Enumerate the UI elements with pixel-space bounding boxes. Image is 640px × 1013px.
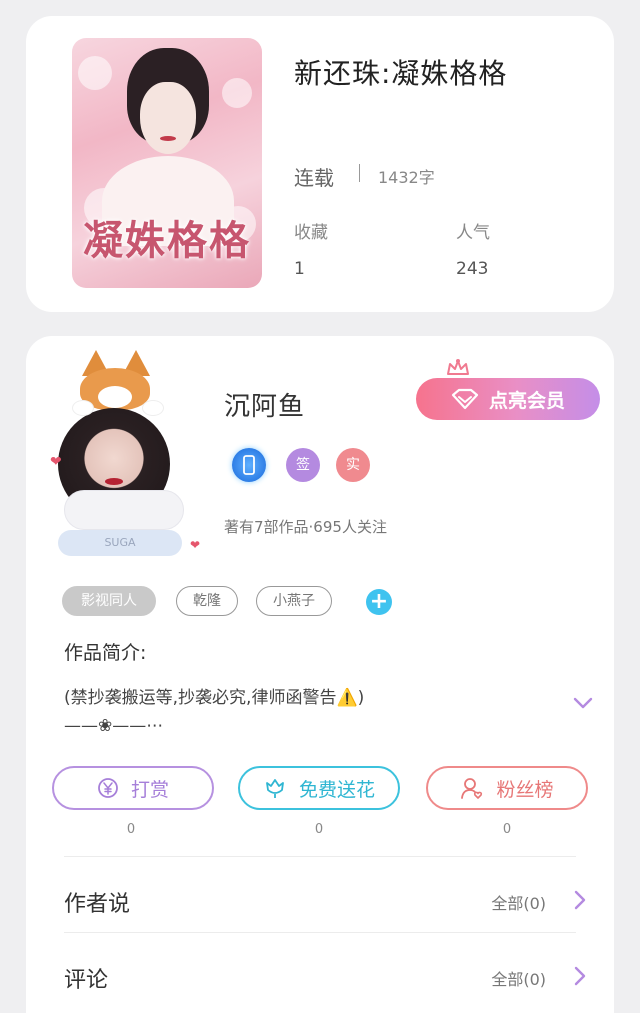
- fans-rank-button[interactable]: 粉丝榜: [426, 766, 588, 810]
- phone-badge-icon[interactable]: [232, 448, 266, 482]
- author-name[interactable]: 沉阿鱼: [224, 386, 305, 423]
- flower-count: 0: [314, 822, 324, 837]
- chevron-right-icon[interactable]: [574, 966, 586, 986]
- comments-count[interactable]: 全部(0): [491, 966, 546, 990]
- intro-text: (禁抄袭搬运等,抄袭必究,律师函警告⚠️) ——❀——⋯: [64, 684, 544, 740]
- send-flower-label: 免费送花: [298, 778, 375, 801]
- author-works-followers: 著有7部作品·695人关注: [224, 518, 387, 536]
- divider: [64, 856, 576, 857]
- book-status: 连载: [294, 166, 334, 190]
- vip-button-label: 点亮会员: [488, 389, 565, 412]
- corgi-paw-right: [142, 400, 164, 416]
- divider: [64, 932, 576, 933]
- signed-badge-icon[interactable]: 签: [286, 448, 320, 482]
- word-count: 1432字: [378, 168, 435, 187]
- intro-title: 作品简介:: [64, 642, 147, 664]
- author-says-label[interactable]: 作者说: [64, 886, 130, 918]
- crown-icon: [447, 359, 469, 375]
- author-info-card: ❤ ❤ SUGA 沉阿鱼 点亮会员 签 实 著有7部作品·695人关注 影视同人…: [26, 336, 614, 1013]
- avatar-badge: SUGA: [58, 530, 182, 556]
- cover-title-text: 凝姝格格: [83, 217, 251, 264]
- corgi-muzzle: [98, 386, 132, 408]
- tag-qianlong[interactable]: 乾隆: [176, 586, 238, 616]
- comments-label[interactable]: 评论: [64, 962, 108, 994]
- tip-button[interactable]: 打赏: [52, 766, 214, 810]
- flower-icon: [266, 779, 284, 798]
- book-title: 新还珠:凝姝格格: [294, 57, 508, 90]
- status-divider: [359, 164, 360, 182]
- send-flower-button[interactable]: 免费送花: [238, 766, 400, 810]
- author-says-count[interactable]: 全部(0): [491, 890, 546, 914]
- cover-figure-face: [140, 82, 196, 154]
- tip-count: 0: [126, 822, 136, 837]
- book-cover-image[interactable]: 凝姝格格: [72, 38, 262, 288]
- author-avatar[interactable]: ❤ ❤ SUGA: [48, 350, 208, 560]
- gem-icon: [451, 388, 479, 410]
- add-tag-button[interactable]: +: [366, 589, 392, 615]
- tip-button-label: 打赏: [130, 778, 169, 801]
- tag-fanfic[interactable]: 影视同人: [62, 586, 156, 616]
- tag-xiaoyanzi[interactable]: 小燕子: [256, 586, 332, 616]
- heart-icon: ❤: [50, 454, 62, 470]
- favorites-value: 1: [294, 259, 305, 279]
- book-info-card: 凝姝格格 新还珠:凝姝格格 连载 1432字 收藏 人气 1 243: [26, 16, 614, 312]
- favorites-label: 收藏: [294, 223, 328, 243]
- popularity-value: 243: [456, 259, 489, 279]
- chevron-right-icon[interactable]: [574, 890, 586, 910]
- yen-icon: [98, 778, 118, 798]
- fans-rank-label: 粉丝榜: [496, 778, 554, 801]
- corgi-paw-left: [72, 400, 94, 416]
- fans-count: 0: [502, 822, 512, 837]
- intro-line-1: (禁抄袭搬运等,抄袭必究,律师函警告⚠️): [64, 688, 365, 708]
- intro-line-2: ——❀——⋯: [64, 716, 164, 736]
- verified-badge-icon[interactable]: 实: [336, 448, 370, 482]
- popularity-label: 人气: [456, 223, 490, 243]
- fans-icon: [461, 778, 483, 799]
- heart-icon: ❤: [190, 538, 201, 552]
- cloud-decoration: [64, 490, 184, 530]
- vip-button[interactable]: 点亮会员: [416, 378, 600, 420]
- chevron-down-icon[interactable]: [572, 696, 594, 710]
